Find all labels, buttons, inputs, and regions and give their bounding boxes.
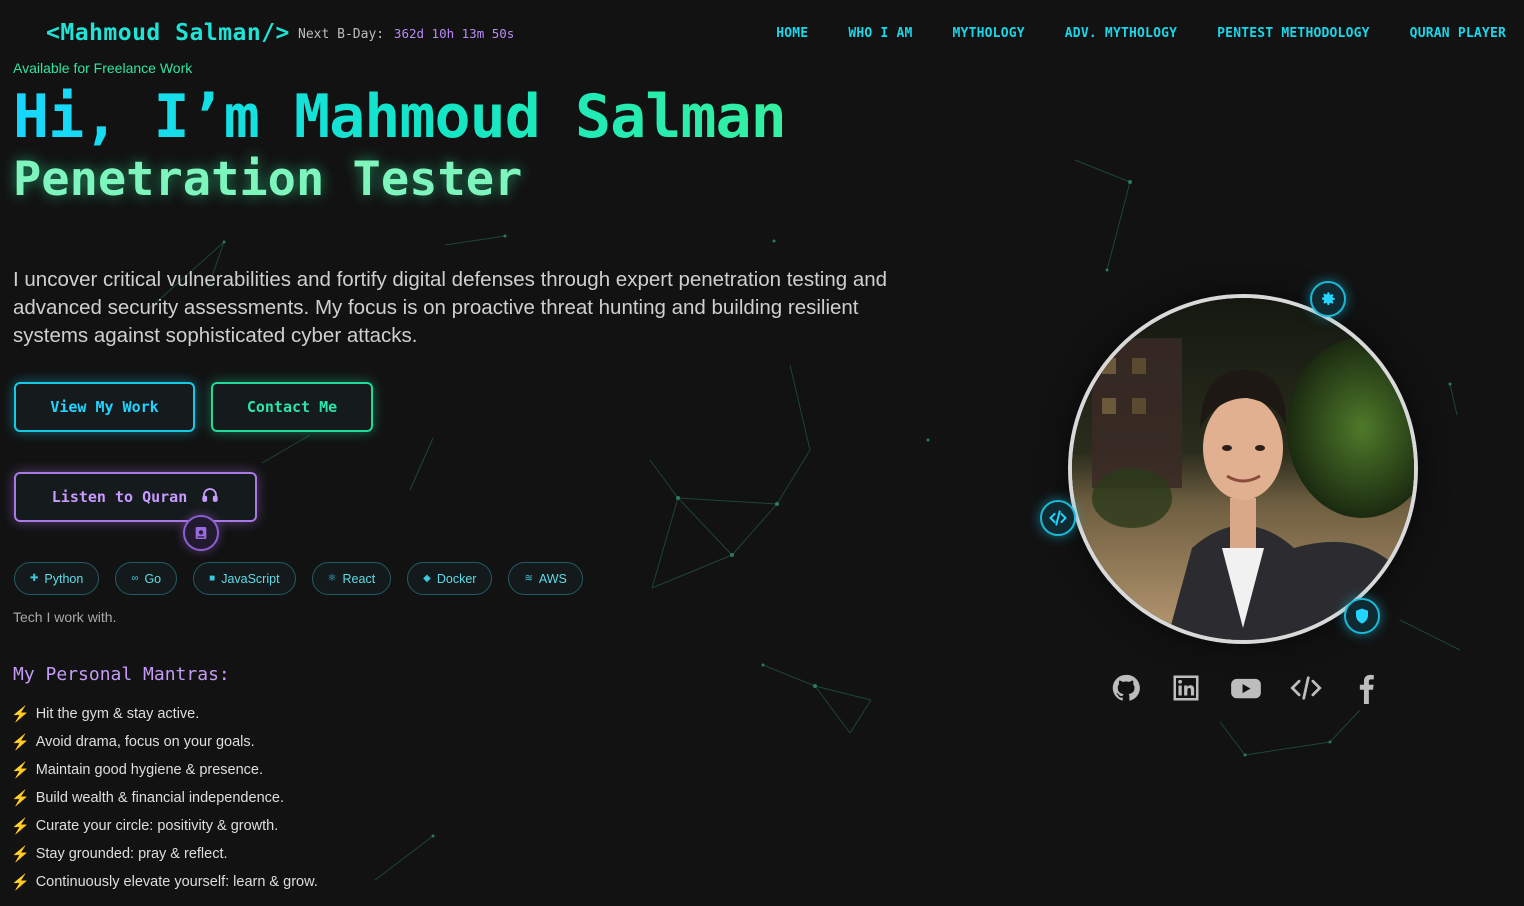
tech-note: Tech I work with. (13, 609, 117, 625)
facebook-icon[interactable] (1350, 672, 1382, 704)
nav-quran-player[interactable]: QURAN PLAYER (1410, 26, 1506, 41)
nav-who-i-am[interactable]: WHO I AM (848, 26, 912, 41)
python-icon: ✚ (30, 573, 39, 584)
lightning-icon: ⚡ (11, 846, 30, 863)
docker-icon: ◆ (423, 573, 431, 584)
listen-quran-label: Listen to Quran (51, 488, 188, 506)
linkedin-icon[interactable] (1170, 672, 1202, 704)
lightning-icon: ⚡ (11, 762, 30, 779)
tech-tags: ✚ Python ∞ Go ■ JavaScript ⚛ React ◆ Docker ≋… (14, 562, 583, 595)
list-item: ⚡ Continuously elevate yourself: learn & … (11, 874, 318, 891)
quran-book-icon[interactable] (183, 515, 219, 551)
tag-go[interactable]: ∞ Go (115, 562, 178, 595)
tag-python[interactable]: ✚ Python (14, 562, 100, 595)
lightning-icon: ⚡ (11, 706, 30, 723)
tag-docker[interactable]: ◆ Docker (407, 562, 493, 595)
birthday-countdown: Next B-Day: 362d 10h 13m 50s (298, 26, 514, 42)
tag-javascript[interactable]: ■ JavaScript (193, 562, 296, 595)
react-icon: ⚛ (327, 573, 337, 584)
hero-title: Hi, I’m Mahmoud Salman (13, 82, 787, 152)
lightning-icon: ⚡ (11, 874, 30, 891)
contact-button[interactable]: Contact Me (211, 382, 373, 432)
nav-pentest-methodology[interactable]: PENTEST METHODOLOGY (1217, 26, 1370, 41)
code-icon (1040, 500, 1076, 536)
profile-photo (1068, 294, 1418, 644)
lightning-icon: ⚡ (11, 818, 30, 835)
hero-role: Penetration Tester (13, 152, 523, 207)
youtube-icon[interactable] (1230, 672, 1262, 704)
gear-icon (1310, 281, 1346, 317)
tag-aws[interactable]: ≋ AWS (508, 562, 583, 595)
nav-adv-mythology[interactable]: ADV. MYTHOLOGY (1065, 26, 1177, 41)
lightning-icon: ⚡ (11, 734, 30, 751)
github-icon[interactable] (1110, 672, 1142, 704)
aws-icon: ≋ (524, 573, 533, 584)
list-item: ⚡ Hit the gym & stay active. (11, 706, 200, 723)
site-logo[interactable]: <Mahmoud Salman/> (46, 20, 290, 46)
nav-mythology[interactable]: MYTHOLOGY (953, 26, 1025, 41)
mantras-list: ⚡ Hit the gym & stay active. ⚡ Avoid drama… (11, 700, 318, 896)
list-item: ⚡ Stay grounded: pray & reflect. (11, 846, 228, 863)
list-item: ⚡ Maintain good hygiene & presence. (11, 762, 264, 779)
lightning-icon: ⚡ (11, 790, 30, 807)
shield-icon (1344, 598, 1380, 634)
hero-intro: I uncover critical vulnerabilities and f… (13, 268, 888, 347)
javascript-icon: ■ (209, 573, 216, 584)
main-nav: HOME WHO I AM MYTHOLOGY ADV. MYTHOLOGY P… (776, 26, 1506, 41)
mantras-title: My Personal Mantras: (13, 664, 230, 685)
go-icon: ∞ (131, 573, 139, 584)
code-icon[interactable] (1290, 672, 1322, 704)
view-work-button[interactable]: View My Work (14, 382, 195, 432)
availability-status: Available for Freelance Work (13, 60, 193, 76)
social-links (1110, 672, 1382, 704)
birthday-countdown-value: 362d 10h 13m 50s (393, 26, 515, 41)
list-item: ⚡ Build wealth & financial independence. (11, 790, 284, 807)
listen-quran-button[interactable]: Listen to Quran (14, 472, 257, 522)
list-item: ⚡ Curate your circle: positivity & growth… (11, 818, 279, 835)
list-item: ⚡ Avoid drama, focus on your goals. (11, 734, 255, 751)
nav-home[interactable]: HOME (776, 26, 808, 41)
headphones-icon (201, 486, 219, 508)
birthday-label: Next B-Day: (298, 27, 385, 42)
tag-react[interactable]: ⚛ React (311, 562, 392, 595)
